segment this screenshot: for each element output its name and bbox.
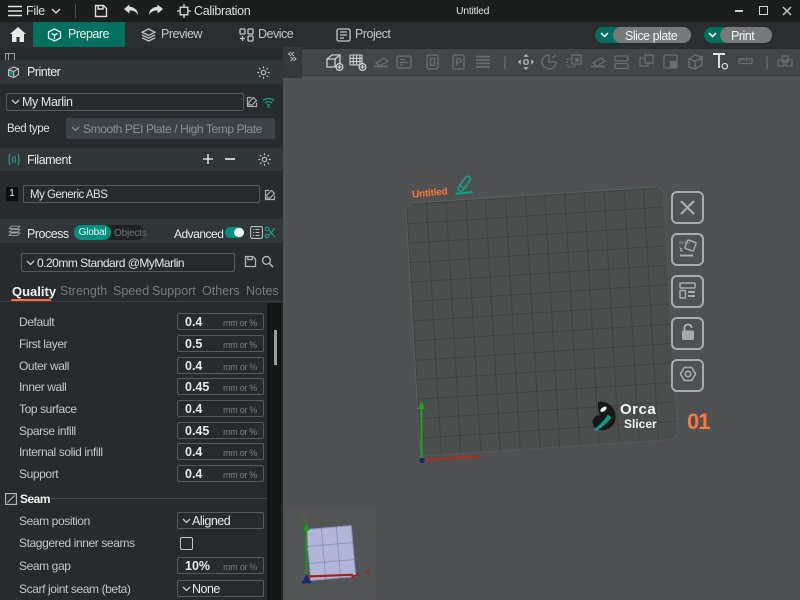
svg-text:x: x [365,567,370,577]
svg-text:y: y [302,513,307,523]
svg-text:AUTO: AUTO [679,240,690,245]
